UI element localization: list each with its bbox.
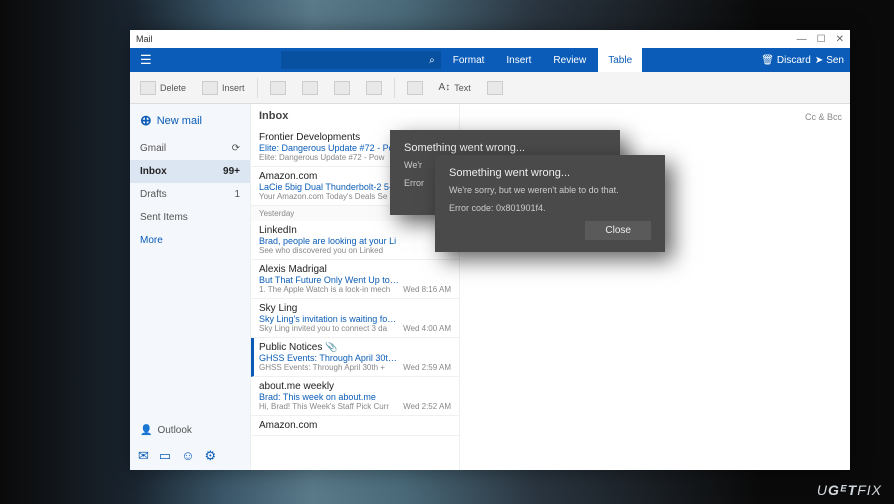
account-header[interactable]: Gmail ⟳: [130, 137, 250, 160]
error-message: We're sorry, but we weren't able to do t…: [449, 185, 651, 195]
sidebar-bottom-icons: ✉ ▭ ☺ ⚙: [130, 442, 250, 470]
folder-sent[interactable]: Sent Items: [130, 206, 250, 229]
message-time: Wed 2:59 AM: [399, 363, 451, 372]
drafts-count: 1: [234, 189, 240, 200]
folder-drafts[interactable]: Drafts 1: [130, 183, 250, 206]
message-sender: about.me weekly: [259, 381, 399, 392]
settings-icon[interactable]: ⚙: [204, 448, 216, 464]
cc-bcc-toggle[interactable]: Cc & Bcc: [468, 112, 842, 122]
table-style-icon: [302, 81, 318, 95]
feedback-icon[interactable]: ☺: [181, 448, 194, 464]
message-sender: Amazon.com: [259, 420, 447, 431]
ribbon-style1[interactable]: [266, 81, 290, 95]
align-icon: [407, 81, 423, 95]
message-item[interactable]: Sky Ling Sky Ling's invitation is waitin…: [251, 299, 459, 338]
ribbon-toolbar: Delete Insert A↕Text: [130, 72, 850, 104]
message-item[interactable]: about.me weekly Brad: This week on about…: [251, 377, 459, 416]
close-window-button[interactable]: ✕: [836, 34, 844, 45]
search-input[interactable]: ⌕: [281, 51, 441, 69]
search-icon: ⌕: [429, 55, 435, 66]
ribbon-insert[interactable]: Insert: [198, 81, 249, 95]
separator: [394, 78, 395, 98]
ribbon-margins[interactable]: [483, 81, 507, 95]
separator: [257, 78, 258, 98]
person-icon: 👤: [140, 425, 152, 436]
table-style-icon: [270, 81, 286, 95]
message-subject: Brad: This week on about.me: [259, 392, 399, 402]
table-style-icon: [334, 81, 350, 95]
app-bar: ☰ ⌕ Format Insert Review Table 🗑 Discard…: [130, 48, 850, 72]
message-preview: See who discovered you on Linked: [259, 246, 447, 255]
window-controls: — ☐ ✕: [797, 34, 844, 45]
message-preview: Sky Ling invited you to connect 3 da: [259, 324, 399, 333]
margins-icon: [487, 81, 503, 95]
ribbon-style2[interactable]: [298, 81, 322, 95]
error-title: Something went wrong...: [449, 167, 651, 179]
table-style-icon: [366, 81, 382, 95]
ribbon-align[interactable]: [403, 81, 427, 95]
message-sender: LinkedIn: [259, 225, 447, 236]
folder-inbox[interactable]: Inbox 99+: [130, 160, 250, 183]
message-subject: Sky Ling's invitation is waiting for yo: [259, 314, 399, 324]
message-item[interactable]: LinkedIn Brad, people are looking at you…: [251, 221, 459, 260]
message-time: Wed 2:52 AM: [399, 402, 451, 411]
error-code: Error code: 0x801901f4.: [449, 203, 651, 213]
trash-icon: 🗑: [761, 55, 774, 66]
ribbon-tabs: Format Insert Review Table: [443, 48, 642, 72]
message-item[interactable]: Public Notices 📎 GHSS Events: Through Ap…: [251, 338, 459, 377]
tab-format[interactable]: Format: [443, 48, 495, 72]
sidebar: ⊕ New mail Gmail ⟳ Inbox 99+ Drafts 1 Se…: [130, 104, 250, 470]
new-mail-button[interactable]: ⊕ New mail: [130, 104, 250, 137]
mail-icon[interactable]: ✉: [138, 448, 149, 464]
insert-table-icon: [202, 81, 218, 95]
tab-review[interactable]: Review: [543, 48, 596, 72]
calendar-icon[interactable]: ▭: [159, 448, 171, 464]
message-subject: Brad, people are looking at your Li: [259, 236, 447, 246]
message-time: Wed 4:00 AM: [399, 324, 451, 333]
text-direction-icon: A↕: [439, 82, 451, 93]
message-subject: But That Future Only Went Up to 20: [259, 275, 399, 285]
window-title: Mail: [136, 34, 153, 44]
plus-icon: ⊕: [140, 112, 152, 129]
outlook-account[interactable]: 👤 Outlook: [130, 419, 250, 442]
close-button[interactable]: Close: [585, 221, 651, 240]
message-sender: Public Notices 📎: [259, 342, 399, 353]
watermark: UGᴱTFIX: [817, 482, 882, 498]
message-subject: GHSS Events: Through April 30th +: [259, 353, 399, 363]
titlebar: Mail — ☐ ✕: [130, 30, 850, 48]
maximize-button[interactable]: ☐: [817, 34, 826, 45]
minimize-button[interactable]: —: [797, 34, 807, 45]
tab-insert[interactable]: Insert: [496, 48, 541, 72]
message-preview: GHSS Events: Through April 30th +: [259, 363, 399, 372]
error-title: Something went wrong...: [404, 142, 606, 154]
ribbon-style3[interactable]: [330, 81, 354, 95]
ribbon-delete[interactable]: Delete: [136, 81, 190, 95]
more-folders[interactable]: More: [130, 229, 250, 252]
appbar-actions: 🗑 Discard ➤ Sen: [761, 55, 850, 66]
message-time: Wed 8:16 AM: [399, 285, 451, 294]
ribbon-text[interactable]: A↕Text: [435, 82, 475, 93]
menu-icon[interactable]: ☰: [130, 52, 162, 68]
inbox-count: 99+: [223, 166, 240, 177]
send-icon: ➤: [815, 55, 823, 66]
folder-title: Inbox: [251, 104, 459, 128]
discard-button[interactable]: 🗑 Discard: [761, 55, 811, 66]
tab-table[interactable]: Table: [598, 48, 642, 72]
message-item[interactable]: Amazon.com: [251, 416, 459, 436]
message-sender: Sky Ling: [259, 303, 399, 314]
message-sender: Alexis Madrigal: [259, 264, 399, 275]
message-preview: 1. The Apple Watch is a lock-in mech: [259, 285, 399, 294]
delete-table-icon: [140, 81, 156, 95]
message-item[interactable]: Alexis Madrigal But That Future Only Wen…: [251, 260, 459, 299]
ribbon-style4[interactable]: [362, 81, 386, 95]
error-dialog-front: Something went wrong... We're sorry, but…: [435, 155, 665, 252]
send-button[interactable]: ➤ Sen: [815, 55, 844, 66]
sync-icon[interactable]: ⟳: [232, 143, 240, 154]
message-preview: Hi, Brad! This Week's Staff Pick Curr: [259, 402, 399, 411]
